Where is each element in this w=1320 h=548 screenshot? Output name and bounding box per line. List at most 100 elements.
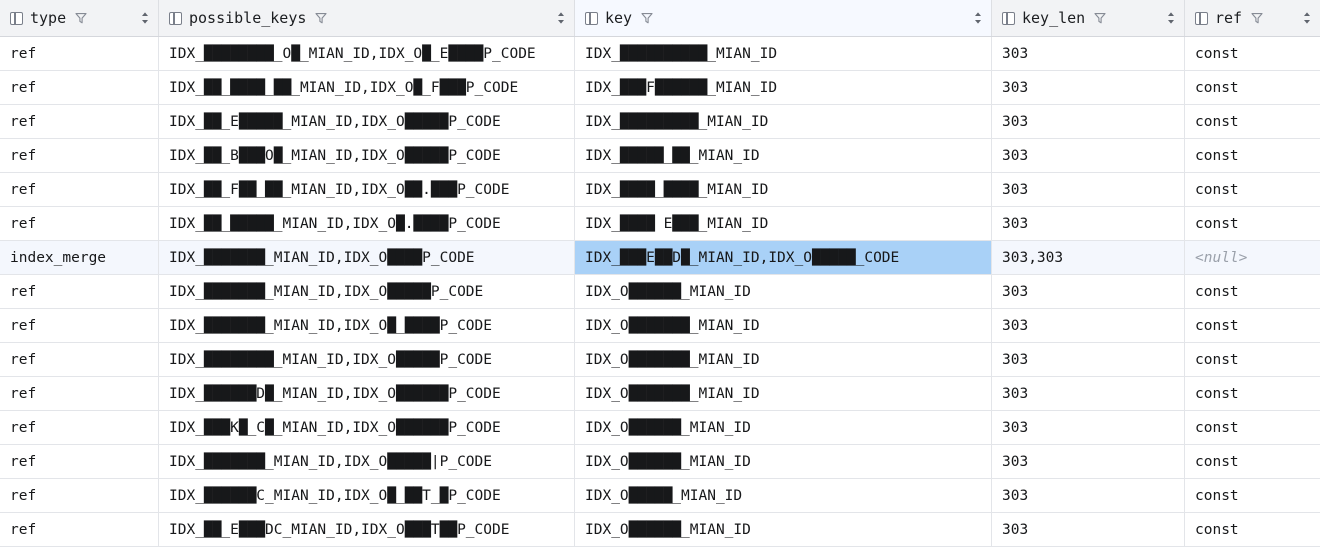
column-header-key[interactable]: key [575, 0, 992, 36]
cell-key[interactable]: IDX_O██████_MIAN_ID [575, 513, 992, 546]
cell-possible_keys[interactable]: IDX_██_E█████_MIAN_ID,IDX_O█████P_CODE [159, 105, 575, 138]
cell-possible_keys[interactable]: IDX_███K█_C█_MIAN_ID,IDX_O██████P_CODE [159, 411, 575, 444]
cell-possible_keys[interactable]: IDX_██_████_██_MIAN_ID,IDX_O█_F███P_CODE [159, 71, 575, 104]
table-row[interactable]: ref IDX_██████C_MIAN_ID,IDX_O█_██T_█P_COD… [0, 479, 1320, 513]
cell-type[interactable]: ref [0, 309, 159, 342]
cell-ref[interactable]: const [1185, 377, 1320, 410]
cell-ref[interactable]: const [1185, 173, 1320, 206]
cell-key_len[interactable]: 303 [992, 173, 1185, 206]
cell-key_len[interactable]: 303 [992, 411, 1185, 444]
cell-ref[interactable]: const [1185, 37, 1320, 70]
cell-key[interactable]: IDX_████ E███_MIAN_ID [575, 207, 992, 240]
cell-possible_keys[interactable]: IDX_███████_MIAN_ID,IDX_O█_████P_CODE [159, 309, 575, 342]
cell-type[interactable]: ref [0, 479, 159, 512]
cell-type[interactable]: index_merge [0, 241, 159, 274]
cell-key[interactable]: IDX_O███████_MIAN_ID [575, 343, 992, 376]
cell-type[interactable]: ref [0, 173, 159, 206]
cell-type[interactable]: ref [0, 71, 159, 104]
sort-icon[interactable] [1165, 10, 1177, 26]
cell-type[interactable]: ref [0, 275, 159, 308]
table-row[interactable]: ref IDX_███████_MIAN_ID,IDX_O█████|P_CODE… [0, 445, 1320, 479]
column-header-type[interactable]: type [0, 0, 159, 36]
cell-key_len[interactable]: 303 [992, 343, 1185, 376]
cell-possible_keys[interactable]: IDX_██_E███DC_MIAN_ID,IDX_O███T██P_CODE [159, 513, 575, 546]
cell-possible_keys[interactable]: IDX_███████_MIAN_ID,IDX_O█████|P_CODE [159, 445, 575, 478]
cell-type[interactable]: ref [0, 411, 159, 444]
cell-type[interactable]: ref [0, 377, 159, 410]
grid-body[interactable]: ref IDX_████████_O█_MIAN_ID,IDX_O█_E████P… [0, 37, 1320, 548]
funnel-icon[interactable] [1093, 11, 1107, 25]
funnel-icon[interactable] [74, 11, 88, 25]
cell-key_len[interactable]: 303 [992, 309, 1185, 342]
cell-possible_keys[interactable]: IDX_████████_MIAN_ID,IDX_O█████P_CODE [159, 343, 575, 376]
cell-type[interactable]: ref [0, 445, 159, 478]
table-row[interactable]: ref IDX_███████_MIAN_ID,IDX_O█_████P_CODE… [0, 309, 1320, 343]
table-row[interactable]: ref IDX_██_B███O█_MIAN_ID,IDX_O█████P_COD… [0, 139, 1320, 173]
cell-key[interactable]: IDX_O██████_MIAN_ID [575, 411, 992, 444]
cell-possible_keys[interactable]: IDX_██████C_MIAN_ID,IDX_O█_██T_█P_CODE [159, 479, 575, 512]
table-row[interactable]: index_merge IDX_███████_MIAN_ID,IDX_O████… [0, 241, 1320, 275]
cell-key_len[interactable]: 303 [992, 207, 1185, 240]
cell-possible_keys[interactable]: IDX_████████_O█_MIAN_ID,IDX_O█_E████P_CO… [159, 37, 575, 70]
cell-key_len[interactable]: 303 [992, 445, 1185, 478]
sort-icon[interactable] [972, 10, 984, 26]
cell-key_len[interactable]: 303 [992, 377, 1185, 410]
cell-ref[interactable]: const [1185, 275, 1320, 308]
cell-type[interactable]: ref [0, 105, 159, 138]
cell-possible_keys[interactable]: IDX_██_F██_██_MIAN_ID,IDX_O██.███P_CODE [159, 173, 575, 206]
table-row[interactable]: ref IDX_██_█████_MIAN_ID,IDX_O█.████P_COD… [0, 207, 1320, 241]
cell-possible_keys[interactable]: IDX_██████D█_MIAN_ID,IDX_O██████P_CODE [159, 377, 575, 410]
table-row[interactable]: ref IDX_██_F██_██_MIAN_ID,IDX_O██.███P_CO… [0, 173, 1320, 207]
cell-key_len[interactable]: 303 [992, 139, 1185, 172]
cell-ref[interactable]: const [1185, 309, 1320, 342]
cell-key_len[interactable]: 303 [992, 71, 1185, 104]
cell-possible_keys[interactable]: IDX_███████_MIAN_ID,IDX_O█████P_CODE [159, 275, 575, 308]
column-header-possible_keys[interactable]: possible_keys [159, 0, 575, 36]
funnel-icon[interactable] [1250, 11, 1264, 25]
cell-ref[interactable]: const [1185, 105, 1320, 138]
cell-key_len[interactable]: 303,303 [992, 241, 1185, 274]
column-header-ref[interactable]: ref [1185, 0, 1320, 36]
cell-key[interactable]: IDX_███E██D█_MIAN_ID,IDX_O█████_CODE [575, 241, 992, 274]
cell-key_len[interactable]: 303 [992, 37, 1185, 70]
cell-possible_keys[interactable]: IDX_███████_MIAN_ID,IDX_O████P_CODE [159, 241, 575, 274]
cell-key[interactable]: IDX_█████_██_MIAN_ID [575, 139, 992, 172]
sort-icon[interactable] [555, 10, 567, 26]
cell-ref[interactable]: const [1185, 513, 1320, 546]
cell-key[interactable]: IDX_█████████_MIAN_ID [575, 105, 992, 138]
table-row[interactable]: ref IDX_███K█_C█_MIAN_ID,IDX_O██████P_COD… [0, 411, 1320, 445]
cell-type[interactable]: ref [0, 343, 159, 376]
cell-type[interactable]: ref [0, 37, 159, 70]
cell-ref[interactable]: const [1185, 411, 1320, 444]
cell-ref[interactable]: <null> [1185, 241, 1320, 274]
cell-key_len[interactable]: 303 [992, 513, 1185, 546]
sort-icon[interactable] [1301, 10, 1313, 26]
cell-type[interactable]: ref [0, 513, 159, 546]
cell-ref[interactable]: const [1185, 71, 1320, 104]
cell-key[interactable]: IDX_███F██████_MIAN_ID [575, 71, 992, 104]
cell-type[interactable]: ref [0, 207, 159, 240]
cell-key_len[interactable]: 303 [992, 479, 1185, 512]
cell-ref[interactable]: const [1185, 139, 1320, 172]
table-row[interactable]: ref IDX_████████_O█_MIAN_ID,IDX_O█_E████P… [0, 37, 1320, 71]
cell-possible_keys[interactable]: IDX_██_█████_MIAN_ID,IDX_O█.████P_CODE [159, 207, 575, 240]
cell-key_len[interactable]: 303 [992, 275, 1185, 308]
cell-key[interactable]: IDX_O███████_MIAN_ID [575, 309, 992, 342]
table-row[interactable]: ref IDX_██_E███DC_MIAN_ID,IDX_O███T██P_CO… [0, 513, 1320, 547]
cell-ref[interactable]: const [1185, 343, 1320, 376]
funnel-icon[interactable] [640, 11, 654, 25]
cell-key_len[interactable]: 303 [992, 105, 1185, 138]
sort-icon[interactable] [139, 10, 151, 26]
table-row[interactable]: ref IDX_████████_MIAN_ID,IDX_O█████P_CODE… [0, 343, 1320, 377]
cell-type[interactable]: ref [0, 139, 159, 172]
cell-ref[interactable]: const [1185, 445, 1320, 478]
cell-key[interactable]: IDX_O██████_MIAN_ID [575, 445, 992, 478]
cell-key[interactable]: IDX_████_████_MIAN_ID [575, 173, 992, 206]
cell-key[interactable]: IDX_O█████_MIAN_ID [575, 479, 992, 512]
table-row[interactable]: ref IDX_███████_MIAN_ID,IDX_O█████P_CODE I… [0, 275, 1320, 309]
table-row[interactable]: ref IDX_██_E█████_MIAN_ID,IDX_O█████P_COD… [0, 105, 1320, 139]
cell-ref[interactable]: const [1185, 207, 1320, 240]
cell-key[interactable]: IDX_O██████_MIAN_ID [575, 275, 992, 308]
cell-key[interactable]: IDX_O███████_MIAN_ID [575, 377, 992, 410]
column-header-key_len[interactable]: key_len [992, 0, 1185, 36]
